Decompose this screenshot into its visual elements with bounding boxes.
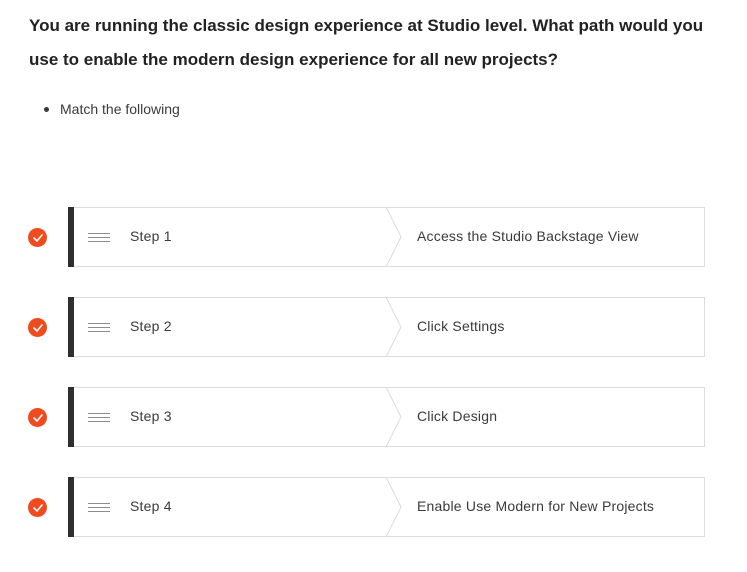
card-accent-bar <box>68 387 74 447</box>
check-icon <box>28 408 47 427</box>
answer-label: Click Design <box>417 408 498 424</box>
drag-handle-icon[interactable] <box>88 323 110 332</box>
step-label[interactable]: Step 4 <box>130 498 172 514</box>
chevron-divider-icon <box>385 297 402 357</box>
chevron-divider-icon <box>385 387 402 447</box>
answer-label: Enable Use Modern for New Projects <box>417 498 655 514</box>
drag-handle-icon[interactable] <box>88 503 110 512</box>
step-label[interactable]: Step 3 <box>130 408 172 424</box>
answer-label: Click Settings <box>417 318 505 334</box>
card-accent-bar <box>68 297 74 357</box>
card-accent-bar <box>68 207 74 267</box>
chevron-divider-icon <box>385 477 402 537</box>
step-label[interactable]: Step 1 <box>130 228 172 244</box>
check-icon <box>28 318 47 337</box>
check-icon <box>28 228 47 247</box>
match-list: Step 1 Access the Studio Backstage View … <box>0 0 747 572</box>
match-row: Step 3 Click Design <box>0 387 747 447</box>
check-icon <box>28 498 47 517</box>
answer-label: Access the Studio Backstage View <box>417 228 639 244</box>
card-accent-bar <box>68 477 74 537</box>
match-row: Step 1 Access the Studio Backstage View <box>0 207 747 267</box>
drag-handle-icon[interactable] <box>88 413 110 422</box>
drag-handle-icon[interactable] <box>88 233 110 242</box>
match-row: Step 2 Click Settings <box>0 297 747 357</box>
match-row: Step 4 Enable Use Modern for New Project… <box>0 477 747 537</box>
step-label[interactable]: Step 2 <box>130 318 172 334</box>
chevron-divider-icon <box>385 207 402 267</box>
